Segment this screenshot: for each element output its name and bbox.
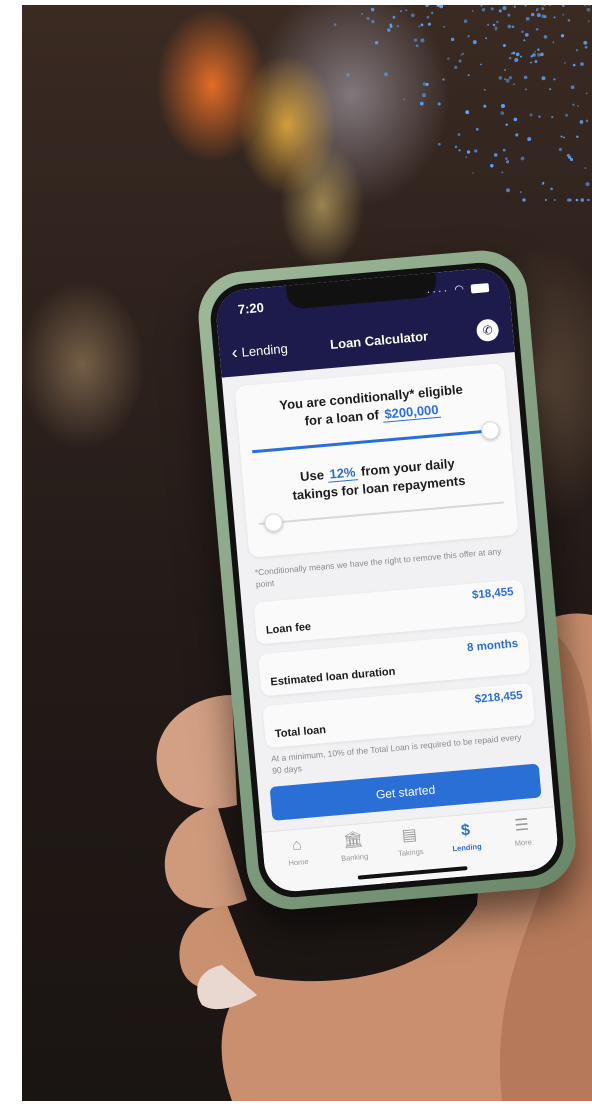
notch [285, 272, 438, 310]
total-loan-label: Total loan [274, 724, 327, 741]
tab-label: Takings [397, 846, 424, 859]
slider-thumb[interactable] [480, 420, 500, 441]
phone-call-icon[interactable]: ✆ [475, 318, 500, 343]
tab-label: Lending [452, 841, 482, 854]
calculator-content: You are conditionally* eligible for a lo… [222, 352, 558, 866]
tab-banking[interactable]: 🏛 Banking [324, 829, 385, 889]
tab-label: More [514, 837, 533, 848]
page-title: Loan Calculator [329, 328, 429, 352]
phone-bezel: 7:20 ···· ◠ ‹ Lending Loan Calculator ✆ [207, 259, 567, 901]
wifi-icon: ◠ [453, 283, 467, 297]
chevron-left-icon: ‹ [230, 342, 239, 363]
repayment-percent-value[interactable]: 12% [326, 464, 359, 483]
calculator-card: You are conditionally* eligible for a lo… [234, 363, 519, 559]
home-icon: ⌂ [291, 836, 303, 855]
tab-more[interactable]: ☰ More [493, 814, 554, 874]
register-icon: ▤ [401, 826, 418, 845]
repayment-prefix: Use [299, 467, 325, 485]
slider-fill [252, 429, 491, 454]
phone-screen: 7:20 ···· ◠ ‹ Lending Loan Calculator ✆ [214, 266, 560, 894]
menu-icon: ☰ [513, 816, 530, 835]
slider-thumb[interactable] [263, 513, 284, 533]
tab-label: Home [288, 856, 309, 868]
slider-track [258, 501, 504, 526]
phone: 7:20 ···· ◠ ‹ Lending Loan Calculator ✆ [194, 246, 580, 914]
loan-fee-value: $18,455 [471, 586, 515, 602]
loan-duration-label: Estimated loan duration [269, 665, 396, 689]
signal-icon: ···· [426, 284, 450, 299]
battery-icon [470, 282, 490, 294]
loan-duration-value: 8 months [466, 637, 519, 655]
tab-home[interactable]: ⌂ Home [268, 833, 329, 893]
money-bag-icon: $ [460, 821, 471, 840]
bank-icon: 🏛 [342, 831, 365, 850]
back-button[interactable]: ‹ Lending [231, 336, 322, 362]
photo-background: 7:20 ···· ◠ ‹ Lending Loan Calculator ✆ [22, 5, 592, 1101]
loan-amount-value[interactable]: $200,000 [381, 401, 442, 423]
total-loan-value: $218,455 [474, 689, 524, 706]
loan-fee-label: Loan fee [265, 620, 312, 637]
tab-label: Banking [340, 851, 369, 864]
back-label: Lending [240, 340, 289, 360]
status-time: 7:20 [237, 299, 265, 317]
